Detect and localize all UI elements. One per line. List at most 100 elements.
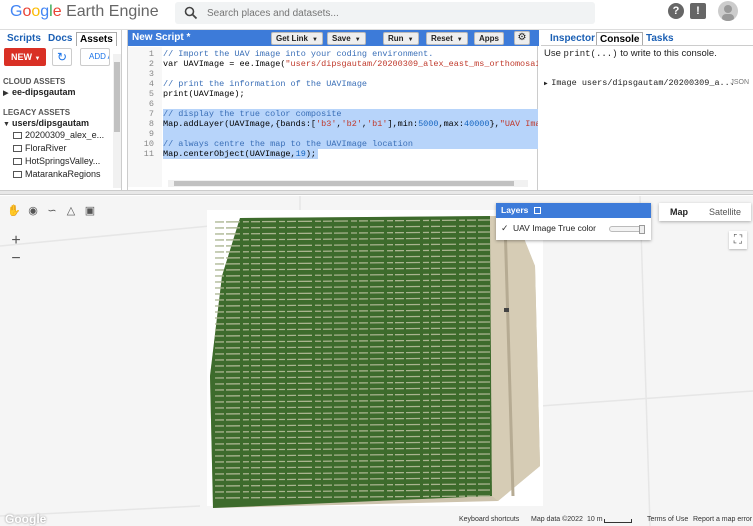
map-data-attribution: Map data ©2022 <box>531 516 583 523</box>
tree-item-asset[interactable]: HotSpringsValley... <box>13 156 113 166</box>
tab-scripts[interactable]: Scripts <box>4 32 44 46</box>
code-token: ); <box>305 149 317 159</box>
editor-horizontal-scrollbar[interactable] <box>168 180 528 187</box>
left-scrollbar[interactable] <box>113 54 121 188</box>
run-button[interactable]: Run ▼ <box>383 32 419 45</box>
zoom-in-button[interactable]: + <box>6 232 26 250</box>
line-number: 7 <box>148 109 154 119</box>
tab-assets[interactable]: Assets <box>76 32 117 46</box>
search-box[interactable] <box>175 2 595 24</box>
chevron-down-icon: ▼ <box>34 56 41 62</box>
get-link-button[interactable]: Get Link ▼ <box>271 32 323 45</box>
slider-knob[interactable] <box>639 225 645 234</box>
add-a-project-button[interactable]: ADD A <box>80 48 110 66</box>
left-tabs: Scripts Docs Assets <box>0 32 122 46</box>
code-line-selected <box>163 129 538 139</box>
code-line: var UAVImage = ee.Image("users/dipsgauta… <box>163 59 538 69</box>
tab-tasks[interactable]: Tasks <box>643 32 677 45</box>
tab-console[interactable]: Console <box>596 32 644 45</box>
zoom-out-button[interactable]: − <box>6 250 26 268</box>
hand-icon[interactable]: ✋ <box>6 203 22 219</box>
tab-docs[interactable]: Docs <box>45 32 75 46</box>
product-name: Earth Engine <box>61 3 159 20</box>
code-token: ],min: <box>387 119 419 129</box>
layers-panel: Layers ✓ UAV Image True color <box>496 203 651 240</box>
code-line: // Import the UAV image into your coding… <box>163 49 538 59</box>
fullscreen-icon[interactable]: ⛶ <box>729 231 747 249</box>
terms-link[interactable]: Terms of Use <box>647 516 688 523</box>
refresh-button[interactable]: ↻ <box>52 48 72 66</box>
code-token: print(UAVImage); <box>163 89 245 99</box>
map-drawing-tools: ✋ ◉ ∽ △ ▣ <box>6 203 98 221</box>
line-number: 11 <box>143 149 154 159</box>
feedback-icon[interactable]: ! <box>690 3 706 19</box>
code-token: "UAV Image True <box>499 119 538 129</box>
tree-item-asset[interactable]: 20200309_alex_e... <box>13 130 113 140</box>
tree-item-cloud-project[interactable]: ▶ ee-dipsgautam <box>3 87 76 97</box>
chevron-down-icon: ▼ <box>312 37 318 43</box>
app-logo[interactable]: Google Earth Engine <box>10 3 159 21</box>
right-panel: Inspector Console Tasks Use print(...) t… <box>541 30 753 190</box>
search-icon <box>184 6 198 20</box>
rectangle-tool-icon[interactable]: ▣ <box>82 203 98 219</box>
code-token: 'b2' <box>341 119 362 129</box>
code-line: // print the information of the UAVImage <box>163 79 538 89</box>
line-number: 2 <box>148 59 154 69</box>
google-logo: Google <box>5 512 47 526</box>
keyboard-shortcuts-link[interactable]: Keyboard shortcuts <box>459 516 519 523</box>
script-title[interactable]: New Script * <box>132 32 190 43</box>
code-token: Map.centerObject(UAVImage, <box>163 149 296 159</box>
save-button[interactable]: Save ▼ <box>327 32 366 45</box>
chevron-down-icon: ▼ <box>354 37 361 43</box>
legacy-assets-heading: LEGACY ASSETS <box>3 108 71 117</box>
map-type-map[interactable]: Map <box>659 203 699 221</box>
image-asset-icon <box>13 132 22 139</box>
line-tool-icon[interactable]: ∽ <box>44 203 60 219</box>
polygon-tool-icon[interactable]: △ <box>63 203 79 219</box>
line-number: 9 <box>148 129 154 139</box>
marker-icon[interactable]: ◉ <box>25 203 41 219</box>
layer-opacity-slider[interactable] <box>609 225 645 234</box>
tree-item-asset[interactable]: FloraRiver <box>13 143 113 153</box>
code-token: // display the true color composite <box>163 109 342 119</box>
gear-icon[interactable]: ⚙ <box>514 31 530 45</box>
code-token: ,max: <box>438 119 464 129</box>
chevron-down-icon: ▼ <box>456 37 463 43</box>
console-output-item[interactable]: ▶ Image users/dipsgautam/20200309_a... <box>544 78 750 88</box>
checkbox-checked-icon[interactable]: ✓ <box>501 224 509 233</box>
chevron-down-icon: ▼ <box>407 37 414 43</box>
tree-item-legacy-root[interactable]: ▼ users/dipsgautam <box>3 118 89 128</box>
line-number: 10 <box>143 139 154 149</box>
code-token: 40000 <box>464 119 490 129</box>
apps-button[interactable]: Apps <box>474 32 504 45</box>
new-button[interactable]: NEW ▼ <box>4 48 46 66</box>
caret-right-icon: ▶ <box>3 90 9 97</box>
map-view[interactable]: ✋ ◉ ∽ △ ▣ + − Layers ✓ UAV Image True col… <box>0 196 753 526</box>
caret-down-icon: ▼ <box>3 121 10 128</box>
avatar[interactable] <box>718 1 738 21</box>
code-token: }, <box>489 119 500 129</box>
console-hint: Use print(...) to write to this console. <box>544 48 717 59</box>
search-input[interactable] <box>207 5 577 21</box>
code-line-selected: // always centre the map to the UAVImage… <box>163 139 538 149</box>
map-type-satellite[interactable]: Satellite <box>699 203 751 221</box>
code-token: // always centre the map to the UAVImage… <box>163 139 413 149</box>
map-type-toggle: Map Satellite <box>659 203 751 221</box>
code-line-selected: Map.addLayer(UAVImage,{bands:['b3','b2',… <box>163 119 538 129</box>
help-icon[interactable]: ? <box>668 3 684 19</box>
tree-item-asset[interactable]: MatarankaRegions <box>13 169 113 179</box>
panel-resize-handle[interactable] <box>0 190 753 195</box>
json-link[interactable]: JSON <box>730 79 749 86</box>
code-token: 5000 <box>418 119 439 129</box>
layer-row[interactable]: ✓ UAV Image True color <box>501 223 596 233</box>
code-area[interactable]: // Import the UAV image into your coding… <box>163 47 538 177</box>
lock-icon <box>534 207 542 214</box>
tab-inspector[interactable]: Inspector <box>547 32 598 45</box>
report-error-link[interactable]: Report a map error <box>693 516 752 523</box>
layers-header[interactable]: Layers <box>496 203 651 218</box>
line-number: 4 <box>148 79 154 89</box>
line-number: 5 <box>148 89 154 99</box>
table-asset-icon <box>13 158 22 165</box>
reset-button[interactable]: Reset ▼ <box>426 32 468 45</box>
layer-name: UAV Image True color <box>513 223 596 233</box>
